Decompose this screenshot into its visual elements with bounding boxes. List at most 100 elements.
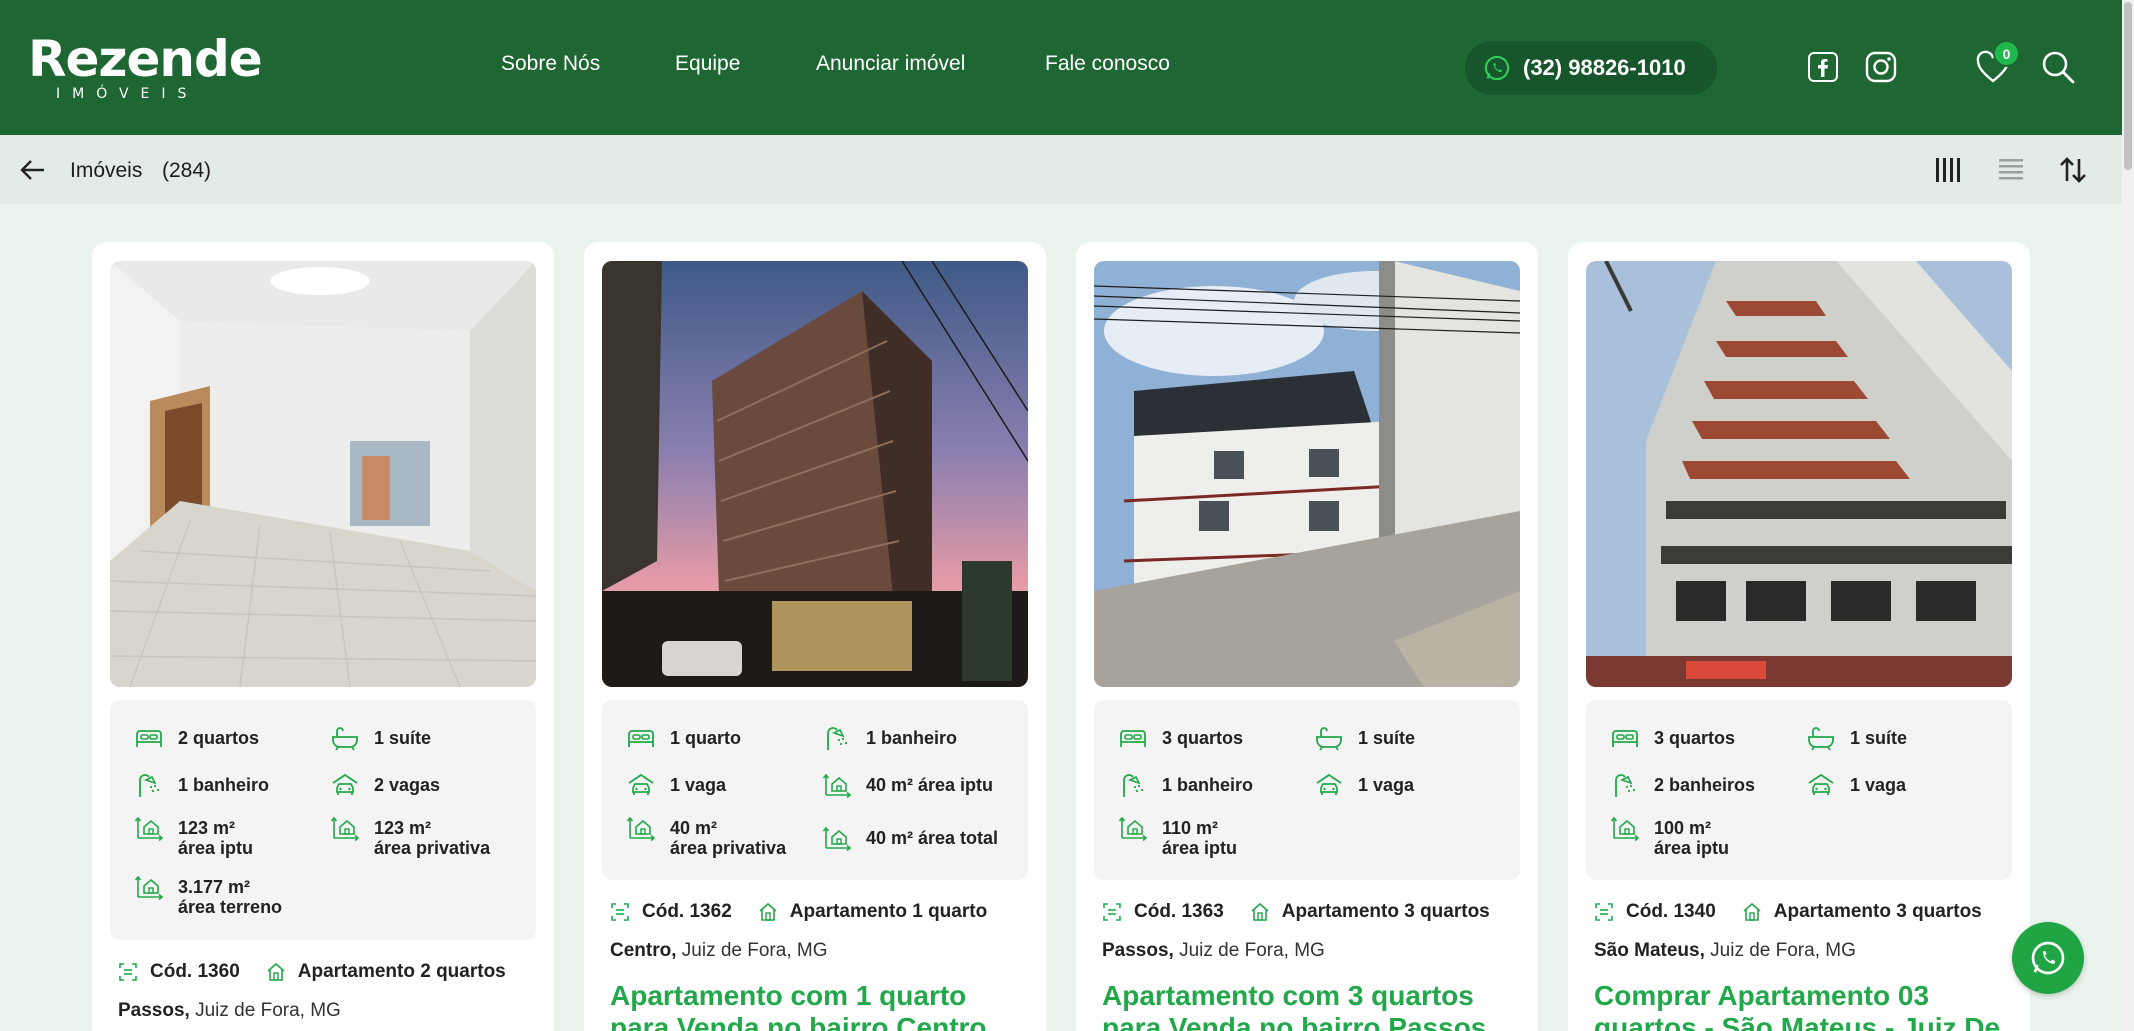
property-city: Juiz de Fora, MG bbox=[1710, 940, 1856, 961]
property-code: Cód. 1340 bbox=[1626, 901, 1716, 922]
property-city: Juiz de Fora, MG bbox=[681, 940, 828, 961]
page-scrollbar[interactable] bbox=[2122, 0, 2134, 1031]
nav-link-anunciar-imovel[interactable]: Anunciar imóvel bbox=[816, 52, 965, 76]
property-neighborhood: Passos, bbox=[1102, 940, 1174, 961]
property-features: 1 quarto 1 banheiro 1 vaga 40 m² área ip… bbox=[602, 700, 1028, 880]
property-code: Cód. 1362 bbox=[642, 901, 732, 922]
property-type: Apartamento 3 quartos bbox=[1773, 901, 1982, 922]
property-card-1362[interactable]: 1 quarto 1 banheiro 1 vaga 40 m² área ip… bbox=[584, 242, 1046, 1031]
property-features: 2 quartos 1 suíte 1 banheiro 2 vagas 123… bbox=[110, 700, 536, 940]
results-count: (284) bbox=[162, 159, 212, 182]
instagram-icon[interactable] bbox=[1861, 47, 1901, 87]
feature-suites: 1 suíte bbox=[1806, 728, 1907, 751]
car-icon bbox=[1314, 772, 1344, 798]
feature-parking: 1 vaga bbox=[1806, 775, 1906, 798]
grid-view-icon[interactable] bbox=[1931, 153, 1965, 187]
car-icon bbox=[330, 772, 360, 798]
property-photo[interactable] bbox=[1094, 261, 1520, 687]
bathtub-icon bbox=[1314, 725, 1344, 751]
area-icon bbox=[626, 815, 656, 841]
property-title[interactable]: Apartamento com 1 quarto para Venda no b… bbox=[610, 980, 1030, 1031]
area-icon bbox=[134, 815, 164, 841]
feature-area-iptu: 100 m² área iptu bbox=[1610, 818, 1729, 858]
site-header: Rezende IMÓVEIS Sobre Nós Equipe Anuncia… bbox=[0, 0, 2134, 135]
property-photo[interactable] bbox=[110, 261, 536, 687]
home-icon bbox=[1742, 902, 1762, 922]
property-city: Juiz de Fora, MG bbox=[1179, 940, 1325, 961]
feature-area-iptu: 123 m² área iptu bbox=[134, 818, 253, 858]
area-icon bbox=[1118, 815, 1148, 841]
property-meta: Cód. 1340 Apartamento 3 quartos bbox=[1594, 901, 1982, 923]
home-icon bbox=[1250, 902, 1270, 922]
car-icon bbox=[626, 772, 656, 798]
feature-bedrooms: 1 quarto bbox=[626, 728, 741, 751]
shower-icon bbox=[1610, 772, 1640, 798]
facebook-icon[interactable] bbox=[1803, 47, 1843, 87]
property-card-1340[interactable]: 3 quartos 1 suíte 2 banheiros 1 vaga 100… bbox=[1568, 242, 2030, 1031]
feature-parking: 1 vaga bbox=[626, 775, 726, 798]
feature-parking: 2 vagas bbox=[330, 775, 440, 798]
logo[interactable]: Rezende IMÓVEIS bbox=[28, 30, 263, 102]
property-features: 3 quartos 1 suíte 1 banheiro 1 vaga 110 … bbox=[1094, 700, 1520, 880]
area-icon bbox=[330, 815, 360, 841]
property-meta: Cód. 1360 Apartamento 2 quartos bbox=[118, 961, 506, 983]
property-location: São Mateus, Juiz de Fora, MG bbox=[1594, 940, 1856, 962]
property-neighborhood: São Mateus, bbox=[1594, 940, 1705, 961]
feature-bedrooms: 3 quartos bbox=[1610, 728, 1735, 751]
back-arrow-icon[interactable] bbox=[18, 155, 48, 185]
property-photo[interactable] bbox=[602, 261, 1028, 687]
bed-icon bbox=[134, 725, 164, 751]
property-location: Passos, Juiz de Fora, MG bbox=[1102, 940, 1325, 962]
list-view-icon[interactable] bbox=[1994, 153, 2028, 187]
property-title[interactable]: Comprar Apartamento 03 quartos - São Mat… bbox=[1594, 980, 2014, 1031]
whatsapp-phone-button[interactable]: (32) 98826-1010 bbox=[1465, 41, 1717, 95]
shower-icon bbox=[1118, 772, 1148, 798]
bed-icon bbox=[1610, 725, 1640, 751]
nav-link-equipe[interactable]: Equipe bbox=[675, 52, 740, 76]
whatsapp-float-button[interactable] bbox=[2012, 922, 2084, 994]
area-icon bbox=[822, 825, 852, 851]
bathtub-icon bbox=[1806, 725, 1836, 751]
feature-suites: 1 suíte bbox=[1314, 728, 1415, 751]
property-title[interactable]: Apartamento com 3 quartos para Venda no … bbox=[1102, 980, 1522, 1031]
property-code: Cód. 1360 bbox=[150, 961, 240, 982]
property-card-1360[interactable]: 2 quartos 1 suíte 1 banheiro 2 vagas 123… bbox=[92, 242, 554, 1031]
feature-bedrooms: 2 quartos bbox=[134, 728, 259, 751]
whatsapp-icon bbox=[2031, 941, 2065, 975]
phone-number: (32) 98826-1010 bbox=[1523, 55, 1686, 80]
nav-link-fale-conosco[interactable]: Fale conosco bbox=[1045, 52, 1170, 76]
property-type: Apartamento 2 quartos bbox=[297, 961, 506, 982]
car-icon bbox=[1806, 772, 1836, 798]
logo-wordmark: Rezende bbox=[28, 30, 263, 88]
property-type: Apartamento 3 quartos bbox=[1281, 901, 1490, 922]
property-card-1363[interactable]: 3 quartos 1 suíte 1 banheiro 1 vaga 110 … bbox=[1076, 242, 1538, 1031]
page-title: Imóveis bbox=[70, 159, 143, 182]
nav-link-sobre-nos[interactable]: Sobre Nós bbox=[501, 52, 600, 76]
bathtub-icon bbox=[330, 725, 360, 751]
feature-bathrooms: 2 banheiros bbox=[1610, 775, 1755, 798]
property-location: Passos, Juiz de Fora, MG bbox=[118, 1000, 341, 1022]
code-icon bbox=[1102, 902, 1122, 922]
shower-icon bbox=[822, 725, 852, 751]
property-photo[interactable] bbox=[1586, 261, 2012, 687]
shower-icon bbox=[134, 772, 164, 798]
home-icon bbox=[758, 902, 778, 922]
feature-bathrooms: 1 banheiro bbox=[822, 728, 957, 751]
area-icon bbox=[822, 772, 852, 798]
feature-area-privativa: 123 m² área privativa bbox=[330, 818, 490, 858]
sort-icon[interactable] bbox=[2056, 153, 2090, 187]
feature-area-total: 40 m² área total bbox=[822, 828, 998, 851]
feature-area-privativa: 40 m² área privativa bbox=[626, 818, 786, 858]
feature-bedrooms: 3 quartos bbox=[1118, 728, 1243, 751]
favorites-count-badge: 0 bbox=[1993, 40, 2020, 67]
property-neighborhood: Passos, bbox=[118, 1000, 190, 1021]
feature-suites: 1 suíte bbox=[330, 728, 431, 751]
scrollbar-thumb[interactable] bbox=[2124, 2, 2132, 170]
bed-icon bbox=[626, 725, 656, 751]
home-icon bbox=[266, 962, 286, 982]
property-meta: Cód. 1362 Apartamento 1 quarto bbox=[610, 901, 987, 923]
code-icon bbox=[610, 902, 630, 922]
search-icon[interactable] bbox=[2038, 47, 2078, 87]
feature-bathrooms: 1 banheiro bbox=[1118, 775, 1253, 798]
feature-area-iptu: 110 m² área iptu bbox=[1118, 818, 1237, 858]
